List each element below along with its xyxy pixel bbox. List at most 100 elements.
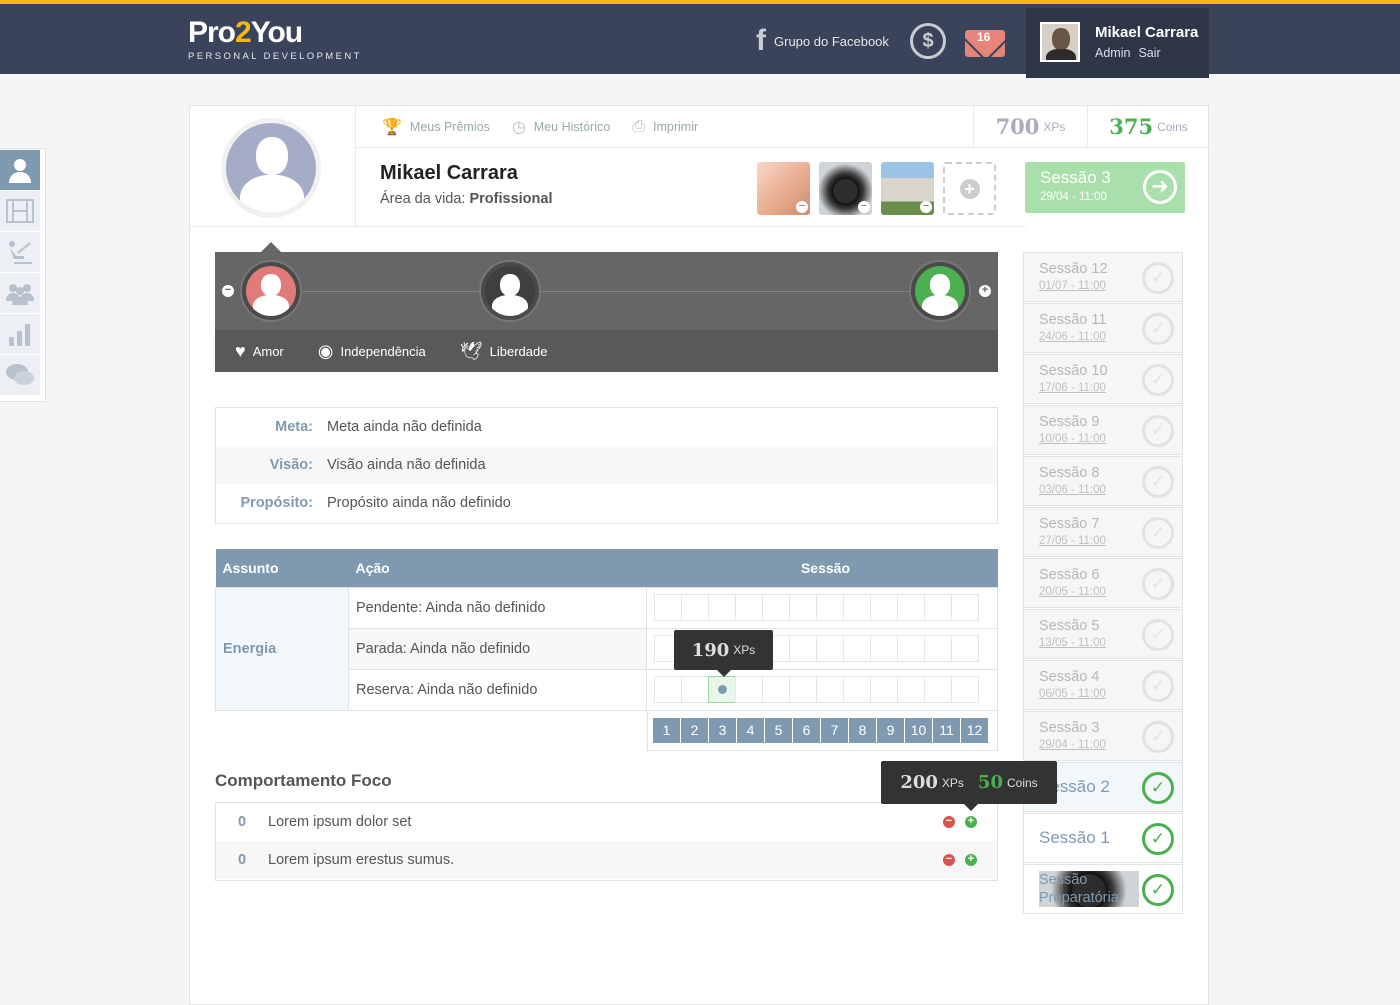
focus-text: Lorem ipsum dolor set [268, 814, 412, 830]
top-bar: Pro2You PERSONAL DEVELOPMENT f Grupo do … [0, 0, 1400, 78]
plus-icon[interactable]: + [965, 854, 977, 866]
session-mark[interactable] [708, 676, 736, 703]
session-item[interactable]: Sessão 7 27/05 - 11:00 ✓ [1023, 507, 1183, 557]
value-love[interactable]: ♥ Amor [235, 341, 284, 362]
session-item[interactable]: Sessão 6 20/05 - 11:00 ✓ [1023, 558, 1183, 608]
session-date-link[interactable]: 27/05 - 11:00 [1039, 535, 1106, 547]
session-number[interactable]: 10 [905, 718, 932, 743]
session-date-link[interactable]: 06/05 - 11:00 [1039, 688, 1106, 700]
session-number[interactable]: 7 [821, 718, 848, 743]
group-icon[interactable] [0, 273, 40, 313]
avatar [1040, 22, 1080, 62]
session-date-link[interactable]: 20/05 - 11:00 [1039, 586, 1106, 598]
action-cell[interactable]: Pendente: Ainda não definido [348, 586, 647, 629]
dream-image-baby[interactable]: − [757, 162, 810, 215]
my-awards-button[interactable]: 🏆 Meus Prêmios [382, 117, 490, 137]
facebook-group-label: Grupo do Facebook [774, 33, 889, 49]
chart-icon[interactable] [0, 314, 40, 354]
minus-icon[interactable]: − [943, 816, 955, 828]
session-item[interactable]: Sessão 5 13/05 - 11:00 ✓ [1023, 609, 1183, 659]
session-date-link[interactable]: 24/06 - 11:00 [1039, 331, 1106, 343]
check-icon: ✓ [1142, 670, 1174, 702]
session-number[interactable]: 11 [933, 718, 960, 743]
coins-counter: 375 Coins [1087, 106, 1209, 148]
mail-count-badge: 16 [977, 30, 991, 44]
subject-cell: Energia [215, 586, 349, 711]
dollar-coin-icon[interactable]: $ [910, 23, 946, 59]
remove-icon[interactable]: − [796, 201, 808, 213]
plus-icon[interactable]: + [965, 816, 977, 828]
session-number[interactable]: 6 [793, 718, 820, 743]
focus-row: 0 Lorem ipsum dolor set − + [216, 803, 997, 841]
minus-icon[interactable]: − [943, 854, 955, 866]
remove-icon[interactable]: − [858, 201, 870, 213]
check-icon: ✓ [1142, 874, 1174, 906]
session-number[interactable]: 4 [737, 718, 764, 743]
purpose-row[interactable]: Propósito: Propósito ainda não definido [216, 484, 997, 522]
focus-list: 0 Lorem ipsum dolor set − + 0 Lorem ipsu… [215, 802, 998, 881]
session-number[interactable]: 8 [849, 718, 876, 743]
user-icon[interactable] [0, 150, 40, 190]
session-number[interactable]: 9 [877, 718, 904, 743]
print-button[interactable]: ⎙ Imprimir [632, 118, 698, 136]
bird-icon: 🕊 [459, 340, 483, 361]
col-subject: Assunto [215, 549, 349, 587]
current-session-button[interactable]: Sessão 3 29/04 - 11:00 ➜ [1025, 162, 1185, 213]
action-cell[interactable]: Parada: Ainda não definido [348, 627, 647, 670]
session-date-link[interactable]: 17/06 - 11:00 [1039, 382, 1106, 394]
session-date-link[interactable]: 13/05 - 11:00 [1039, 637, 1106, 649]
session-number[interactable]: 3 [709, 718, 736, 743]
session-number[interactable]: 5 [765, 718, 792, 743]
remove-icon[interactable]: − [920, 201, 932, 213]
value-freedom[interactable]: 🕊 Liberdade [460, 341, 548, 362]
plus-icon[interactable]: + [979, 285, 991, 297]
focus-row: 0 Lorem ipsum erestus sumus. − + [216, 841, 997, 879]
session-item-done[interactable]: Sessão 1 ✓ [1023, 813, 1183, 863]
admin-link[interactable]: Admin [1095, 46, 1130, 60]
session-item[interactable]: Sessão 3 29/04 - 11:00 ✓ [1023, 711, 1183, 761]
check-icon: ✓ [1142, 313, 1174, 345]
session-date-link[interactable]: 10/06 - 11:00 [1039, 433, 1106, 445]
value-independence[interactable]: ◉ Independência [318, 341, 426, 362]
chat-icon[interactable] [0, 355, 40, 395]
film-icon[interactable] [0, 191, 40, 231]
action-cell[interactable]: Reserva: Ainda não definido [348, 668, 647, 711]
focus-count: 0 [237, 852, 247, 868]
person-red[interactable] [240, 260, 302, 322]
session-date-link[interactable]: 01/07 - 11:00 [1039, 280, 1106, 292]
mail-icon[interactable]: 16 [965, 30, 1005, 57]
logo[interactable]: Pro2You PERSONAL DEVELOPMENT [188, 18, 362, 63]
goals-list: Meta: Meta ainda não definida Visão: Visão… [215, 407, 998, 524]
facebook-group-link[interactable]: f Grupo do Facebook [756, 26, 889, 56]
dream-image-car[interactable]: − [819, 162, 872, 215]
values-box: − + ♥ Amor ◉ Independência 🕊 Liberdade [215, 242, 998, 372]
profile-avatar[interactable] [221, 118, 321, 218]
session-date-link[interactable]: 29/04 - 11:00 [1039, 739, 1106, 751]
profile-toolbar: 🏆 Meus Prêmios ◷ Meu Histórico ⎙ Imprimir [356, 106, 973, 148]
session-item[interactable]: Sessão 12 01/07 - 11:00 ✓ [1023, 252, 1183, 302]
session-date-link[interactable]: 03/06 - 11:00 [1039, 484, 1106, 496]
add-image-button[interactable]: + [943, 162, 996, 215]
session-item[interactable]: Sessão 11 24/06 - 11:00 ✓ [1023, 303, 1183, 353]
presentation-icon[interactable] [0, 232, 40, 272]
user-menu: Mikael Carrara Admin Sair [1026, 8, 1209, 78]
session-number[interactable]: 1 [653, 718, 680, 743]
session-item[interactable]: Sessão 10 17/06 - 11:00 ✓ [1023, 354, 1183, 404]
session-item[interactable]: Sessão 8 03/06 - 11:00 ✓ [1023, 456, 1183, 506]
logout-link[interactable]: Sair [1138, 46, 1160, 60]
xps-counter: 700 XPs [973, 106, 1087, 148]
session-item[interactable]: Sessão 9 10/06 - 11:00 ✓ [1023, 405, 1183, 455]
session-item-done[interactable]: Sessão Preparatória ✓ [1023, 864, 1183, 914]
my-history-button[interactable]: ◷ Meu Histórico [512, 117, 610, 137]
check-icon: ✓ [1142, 262, 1174, 294]
vision-row[interactable]: Visão: Visão ainda não definida [216, 446, 997, 484]
minus-icon[interactable]: − [222, 285, 234, 297]
person-neutral[interactable] [479, 260, 541, 322]
session-item[interactable]: Sessão 4 06/05 - 11:00 ✓ [1023, 660, 1183, 710]
trophy-icon: 🏆 [382, 118, 402, 136]
goal-row[interactable]: Meta: Meta ainda não definida [216, 408, 997, 446]
session-number[interactable]: 2 [681, 718, 708, 743]
person-green[interactable] [909, 260, 971, 322]
session-number[interactable]: 12 [961, 718, 988, 743]
dream-image-house[interactable]: − [881, 162, 934, 215]
